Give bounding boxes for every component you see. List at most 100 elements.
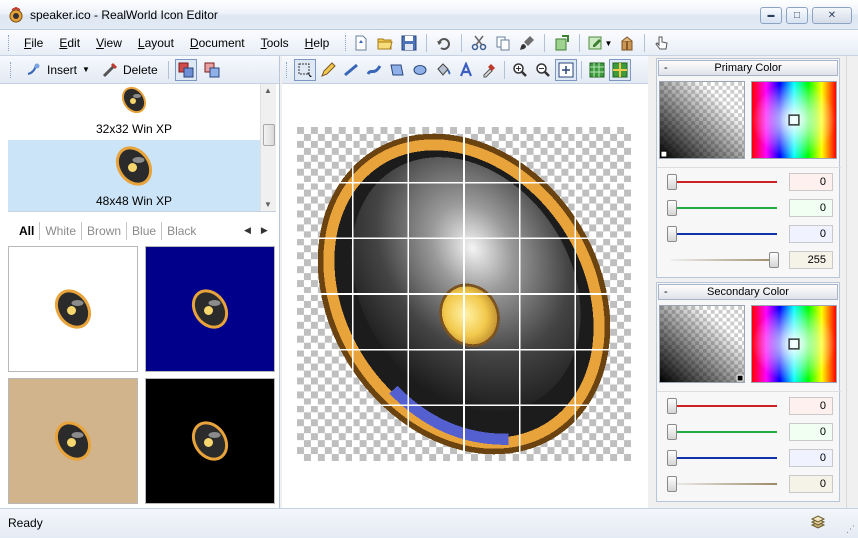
collapse-icon[interactable]: - — [664, 285, 668, 299]
app-icon[interactable] — [8, 7, 24, 23]
save-button[interactable] — [398, 32, 420, 54]
cut-button[interactable] — [468, 32, 490, 54]
blue-knob[interactable] — [667, 450, 677, 466]
scroll-thumb[interactable] — [263, 124, 275, 146]
secondary-red-slider[interactable]: 0 — [667, 396, 837, 416]
undo-button[interactable] — [433, 32, 455, 54]
alpha-value[interactable]: 255 — [789, 251, 833, 269]
scroll-down-icon[interactable]: ▼ — [264, 200, 272, 209]
delete-button[interactable]: Delete — [98, 60, 162, 80]
export-button[interactable] — [551, 32, 573, 54]
blue-value[interactable]: 0 — [789, 225, 833, 243]
blue-knob[interactable] — [667, 226, 677, 242]
tab-white[interactable]: White — [40, 222, 83, 240]
pixel-grid-toggle[interactable] — [586, 59, 608, 81]
create-button[interactable]: ▼ — [586, 32, 614, 54]
paste-button[interactable] — [516, 32, 538, 54]
zoom-in-tool[interactable] — [509, 59, 531, 81]
primary-blue-slider[interactable]: 0 — [667, 224, 837, 244]
ellipse-tool[interactable] — [409, 59, 431, 81]
format-item-48[interactable]: 48x48 Win XP — [8, 140, 276, 211]
fill-tool[interactable] — [432, 59, 454, 81]
green-knob[interactable] — [667, 424, 677, 440]
preview-tile[interactable] — [145, 246, 275, 372]
zoom-out-tool[interactable] — [532, 59, 554, 81]
preview-tile[interactable] — [8, 246, 138, 372]
primary-alpha-swatch[interactable] — [659, 81, 745, 159]
menu-document[interactable]: Document — [182, 33, 253, 53]
menu-layout[interactable]: Layout — [130, 33, 182, 53]
green-knob[interactable] — [667, 200, 677, 216]
scroll-up-icon[interactable]: ▲ — [264, 86, 272, 95]
curve-tool[interactable] — [363, 59, 385, 81]
primary-green-slider[interactable]: 0 — [667, 198, 837, 218]
selection-tool[interactable] — [294, 58, 316, 81]
tab-all[interactable]: All — [14, 222, 41, 240]
chevron-left-icon[interactable]: ◀ — [244, 225, 251, 236]
delete-label: Delete — [122, 62, 158, 77]
collapse-icon[interactable]: - — [664, 61, 668, 75]
secondary-alpha-swatch[interactable] — [659, 305, 745, 383]
maximize-button[interactable]: □ — [786, 7, 808, 24]
tab-black[interactable]: Black — [162, 222, 201, 240]
alpha-knob[interactable] — [769, 252, 779, 268]
secondary-green-slider[interactable]: 0 — [667, 422, 837, 442]
close-button[interactable]: ✕ — [812, 7, 852, 24]
eraser-tool[interactable] — [478, 59, 500, 81]
icon-canvas[interactable] — [297, 127, 631, 461]
menu-edit[interactable]: Edit — [51, 33, 88, 53]
new-button[interactable] — [350, 32, 372, 54]
preview-tile[interactable] — [8, 378, 138, 504]
red-knob[interactable] — [667, 398, 677, 414]
red-value[interactable]: 0 — [789, 173, 833, 191]
chevron-right-icon[interactable]: ▶ — [261, 225, 268, 236]
primary-color-header[interactable]: - Primary Color — [658, 60, 838, 76]
menu-file[interactable]: File — [16, 33, 51, 53]
frames-toggle-button[interactable] — [201, 59, 223, 81]
tile-grid-toggle[interactable] — [609, 58, 631, 81]
primary-hue-picker[interactable] — [751, 81, 837, 159]
pencil-tool[interactable] — [317, 59, 339, 81]
secondary-color-header[interactable]: - Secondary Color — [658, 284, 838, 300]
red-value[interactable]: 0 — [789, 397, 833, 415]
secondary-blue-slider[interactable]: 0 — [667, 448, 837, 468]
menu-tools[interactable]: Tools — [253, 33, 297, 53]
tab-blue[interactable]: Blue — [127, 222, 163, 240]
secondary-hue-picker[interactable] — [751, 305, 837, 383]
menu-label-rest: elp — [313, 36, 330, 50]
drawing-toolbar-grip[interactable] — [286, 62, 289, 78]
right-panel-scrollbar[interactable] — [846, 56, 858, 508]
toolbar-grip[interactable] — [345, 35, 348, 51]
green-value[interactable]: 0 — [789, 199, 833, 217]
copy-button[interactable] — [492, 32, 514, 54]
open-button[interactable] — [374, 32, 396, 54]
grid-icon — [589, 62, 605, 77]
primary-alpha-slider[interactable]: 255 — [667, 250, 837, 270]
secondary-alpha-slider[interactable]: 0 — [667, 474, 837, 494]
text-tool[interactable] — [455, 59, 477, 81]
menu-view[interactable]: View — [88, 33, 130, 53]
menu-grip[interactable] — [8, 35, 11, 51]
rectangle-tool[interactable] — [386, 59, 408, 81]
alpha-knob[interactable] — [667, 476, 677, 492]
zoom-fit-tool[interactable] — [555, 58, 577, 81]
help-pointer-button[interactable] — [651, 32, 673, 54]
layers-toggle-button[interactable] — [174, 58, 197, 81]
tab-brown[interactable]: Brown — [82, 222, 128, 240]
secondary-color-panel: - Secondary Color 0 0 0 0 — [656, 282, 841, 502]
green-value[interactable]: 0 — [789, 423, 833, 441]
resize-grip[interactable]: ⋰ — [846, 524, 855, 535]
minimize-button[interactable]: ▬ — [760, 7, 782, 24]
blue-value[interactable]: 0 — [789, 449, 833, 467]
insert-button[interactable]: Insert ▼ — [22, 60, 94, 80]
alpha-value[interactable]: 0 — [789, 475, 833, 493]
format-list-scrollbar[interactable]: ▲ ▼ — [260, 84, 276, 211]
red-knob[interactable] — [667, 174, 677, 190]
format-item-32[interactable]: 32x32 Win XP — [8, 84, 276, 140]
preview-tile[interactable] — [145, 378, 275, 504]
menu-help[interactable]: Help — [297, 33, 338, 53]
primary-red-slider[interactable]: 0 — [667, 172, 837, 192]
panel-grip[interactable] — [10, 62, 13, 78]
line-tool[interactable] — [340, 59, 362, 81]
batch-button[interactable] — [616, 32, 638, 54]
